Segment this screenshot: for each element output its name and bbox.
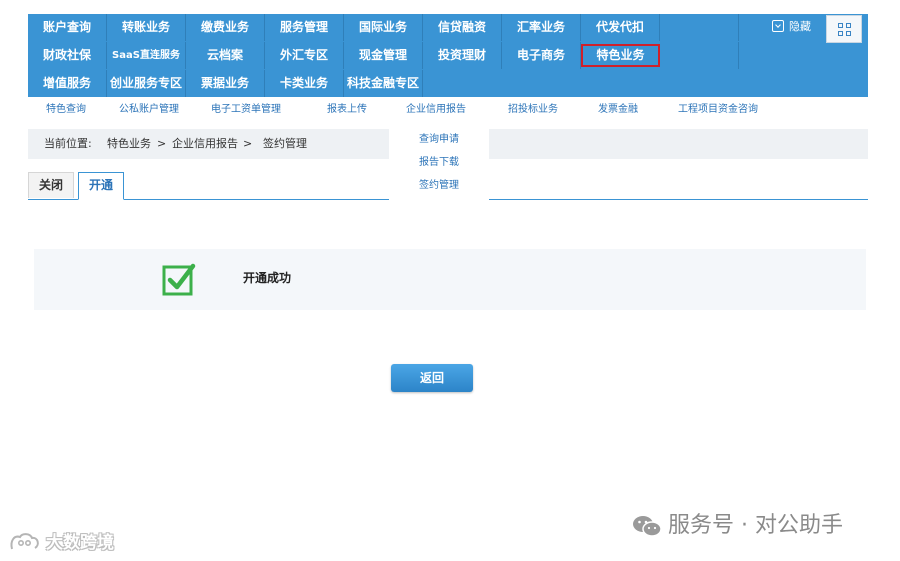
subnav-item-report-upload[interactable]: 报表上传 (327, 97, 367, 125)
brand-logo-icon (10, 533, 39, 550)
result-message: 开通成功 (243, 271, 292, 285)
nav-item-service-management[interactable]: 服务管理 (265, 14, 344, 41)
tab-close[interactable]: 关闭 (28, 172, 74, 198)
watermark-right-text: 服务号 · 对公助手 (668, 513, 843, 538)
wechat-icon (633, 516, 662, 537)
nav-item-cloud-archive[interactable]: 云档案 (186, 42, 265, 69)
hide-nav-button[interactable]: 隐藏 (772, 18, 811, 36)
nav-item-empty (660, 42, 739, 69)
nav-item-investment[interactable]: 投资理财 (423, 42, 502, 69)
watermark-brand: 大数跨境 (8, 530, 114, 556)
breadcrumb-level-2[interactable]: 企业信用报告 (172, 129, 238, 159)
nav-item-cards[interactable]: 卡类业务 (265, 70, 344, 97)
result-panel: 开通成功 (34, 249, 866, 310)
nav-item-tech-finance[interactable]: 科技金融专区 (344, 70, 423, 97)
nav-item-cash-management[interactable]: 现金管理 (344, 42, 423, 69)
subnav-item-payslip[interactable]: 电子工资单管理 (211, 97, 281, 125)
nav-item-fiscal-social-security[interactable]: 财政社保 (28, 42, 107, 69)
tab-open[interactable]: 开通 (78, 172, 124, 200)
breadcrumb-prefix: 当前位置: (44, 137, 92, 150)
page: 账户查询 转账业务 缴费业务 服务管理 国际业务 信贷融资 汇率业务 代发代扣 … (0, 0, 900, 561)
nav-item-startup-zone[interactable]: 创业服务专区 (107, 70, 186, 97)
breadcrumb-separator: > (243, 137, 253, 150)
nav-item-credit-financing[interactable]: 信贷融资 (423, 14, 502, 41)
dropdown-item-query-application[interactable]: 查询申请 (389, 130, 489, 145)
dropdown-item-contract-management[interactable]: 签约管理 (389, 176, 489, 191)
nav-item-account-query[interactable]: 账户查询 (28, 14, 107, 41)
subnav-item-project-funds[interactable]: 工程项目资金咨询 (678, 97, 758, 125)
nav-item-exchange-rate[interactable]: 汇率业务 (502, 14, 581, 41)
subnav-item-featured-query[interactable]: 特色查询 (46, 97, 86, 125)
nav-item-empty (660, 14, 739, 41)
nav-item-value-added[interactable]: 增值服务 (28, 70, 107, 97)
credit-report-dropdown: 查询申请 报告下载 签约管理 (389, 121, 489, 200)
nav-item-featured-business[interactable]: 特色业务 (581, 44, 660, 67)
nav-row-1: 账户查询 转账业务 缴费业务 服务管理 国际业务 信贷融资 汇率业务 代发代扣 … (28, 14, 868, 43)
nav-item-transfer[interactable]: 转账业务 (107, 14, 186, 41)
subnav-item-bidding[interactable]: 招投标业务 (508, 97, 558, 125)
checkbox-checked-icon (162, 263, 196, 296)
back-button[interactable]: 返回 (391, 364, 473, 392)
watermark-left-text: 大数跨境 (46, 533, 114, 553)
grid-menu-button[interactable] (826, 15, 862, 43)
breadcrumb-separator: > (157, 137, 167, 150)
collapse-icon (772, 20, 784, 32)
watermark-service-account: 服务号 · 对公助手 (632, 510, 843, 542)
main-nav: 账户查询 转账业务 缴费业务 服务管理 国际业务 信贷融资 汇率业务 代发代扣 … (28, 14, 868, 97)
hide-nav-label: 隐藏 (789, 20, 811, 33)
nav-item-agency-payment[interactable]: 代发代扣 (581, 14, 660, 41)
nav-row-2: 财政社保 SaaS直连服务 云档案 外汇专区 现金管理 投资理财 电子商务 特色… (28, 42, 868, 69)
nav-item-ecommerce[interactable]: 电子商务 (502, 42, 581, 69)
nav-row-3: 增值服务 创业服务专区 票据业务 卡类业务 科技金融专区 (28, 70, 868, 97)
breadcrumb-level-1[interactable]: 特色业务 (107, 129, 151, 159)
nav-item-international[interactable]: 国际业务 (344, 14, 423, 41)
subnav-item-account-management[interactable]: 公私账户管理 (119, 97, 179, 125)
grid-icon (838, 23, 843, 28)
breadcrumb-level-3: 签约管理 (263, 137, 307, 150)
dropdown-item-report-download[interactable]: 报告下载 (389, 153, 489, 168)
nav-item-payment[interactable]: 缴费业务 (186, 14, 265, 41)
nav-item-saas-direct[interactable]: SaaS直连服务 (107, 42, 186, 69)
nav-item-bills[interactable]: 票据业务 (186, 70, 265, 97)
subnav-item-invoice-finance[interactable]: 发票金融 (598, 97, 638, 125)
nav-item-forex-zone[interactable]: 外汇专区 (265, 42, 344, 69)
